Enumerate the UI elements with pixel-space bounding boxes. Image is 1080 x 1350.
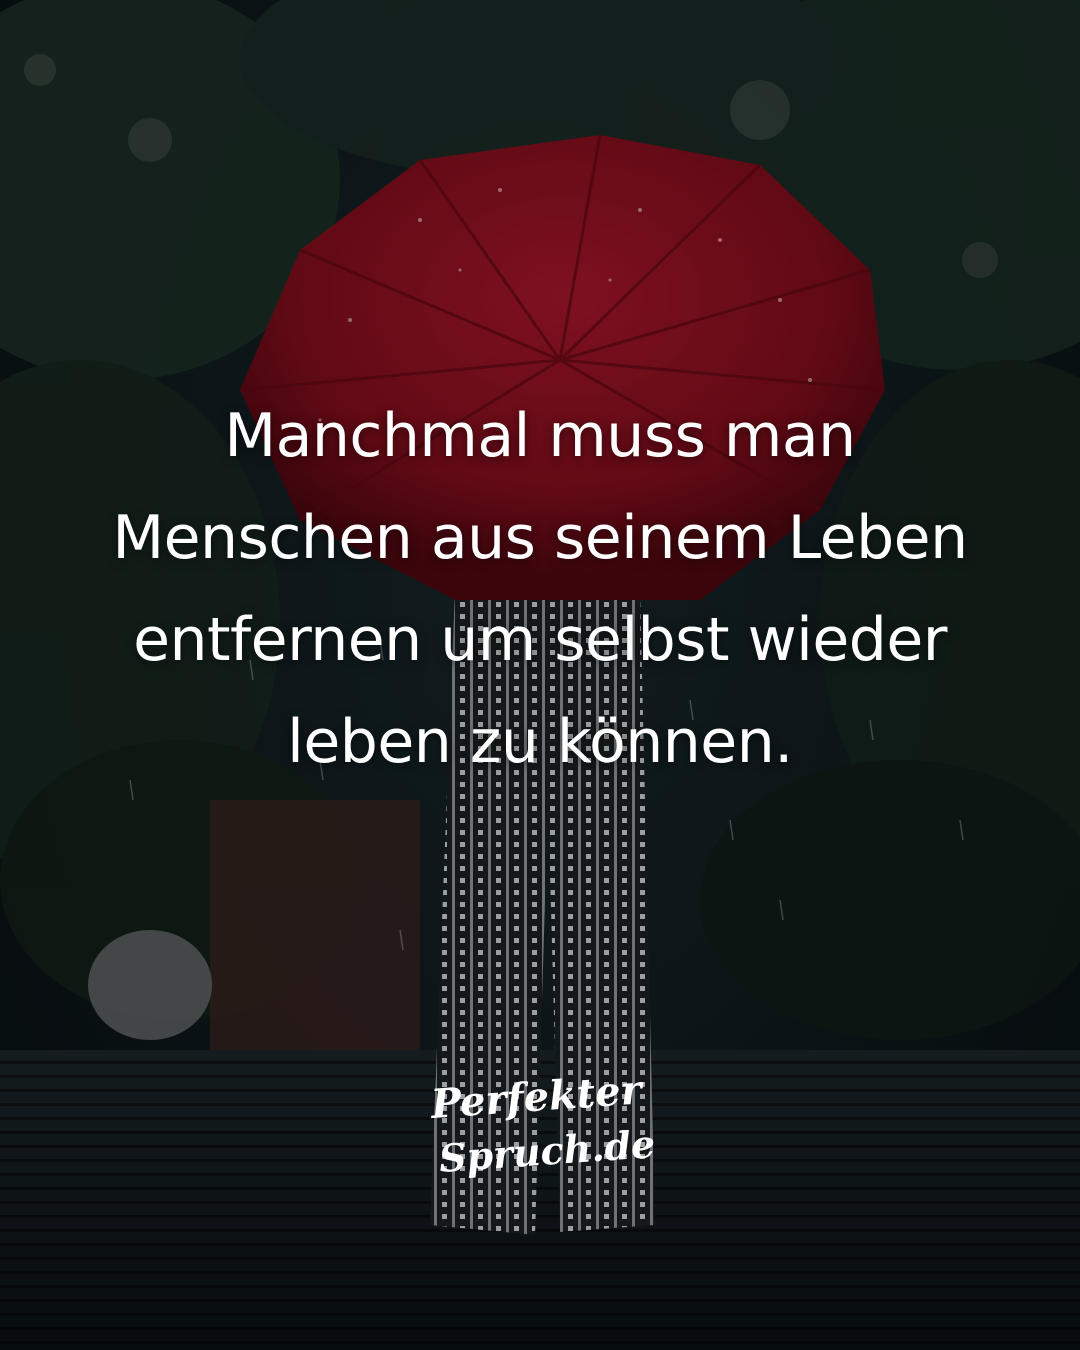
quote-line-4: leben zu können.: [287, 707, 793, 777]
quote-line-1: Manchmal muss man: [224, 401, 856, 471]
quote-text: Manchmal muss man Menschen aus seinem Le…: [40, 385, 1040, 793]
quote-line-3: entfernen um selbst wieder: [133, 605, 947, 675]
logo-line-1: Perfekter: [428, 1072, 646, 1128]
quote-line-2: Menschen aus seinem Leben: [112, 503, 968, 573]
logo-line-2: Spruch.de: [437, 1121, 656, 1181]
site-logo: Perfekter Spruch.de: [428, 1072, 656, 1181]
quote-image: Manchmal muss man Menschen aus seinem Le…: [0, 0, 1080, 1350]
